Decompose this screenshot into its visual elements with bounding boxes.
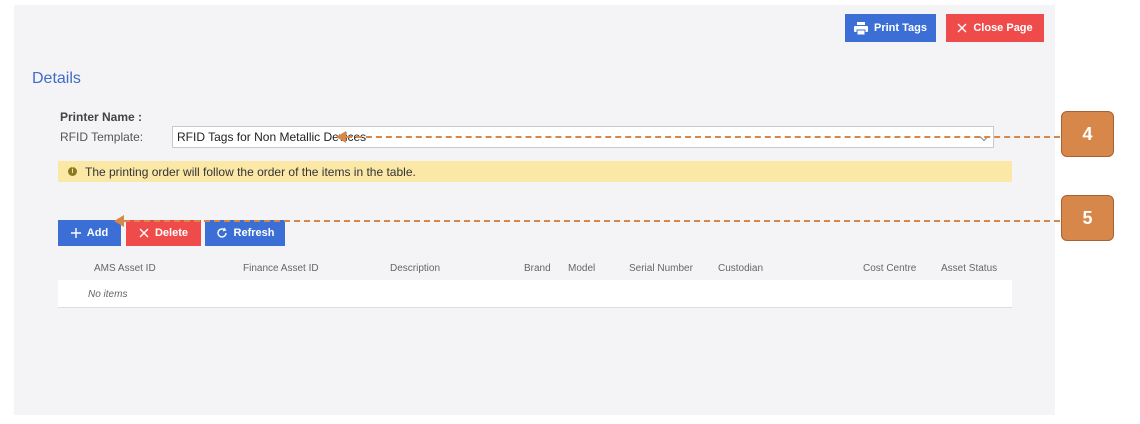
column-header[interactable]: Asset Status (941, 263, 997, 274)
print-tags-label: Print Tags (874, 22, 927, 34)
close-icon (139, 228, 149, 238)
close-page-label: Close Page (973, 22, 1033, 34)
column-header[interactable]: AMS Asset ID (94, 263, 156, 274)
delete-label: Delete (154, 227, 189, 239)
printer-name-label: Printer Name : (60, 110, 143, 124)
column-header[interactable]: Finance Asset ID (243, 263, 319, 274)
callout-number: 4 (1082, 123, 1093, 144)
notice-banner: i The printing order will follow the ord… (58, 161, 1012, 182)
callout-badge: 4 (1061, 111, 1114, 157)
table-empty-row: No items (58, 280, 1012, 308)
info-icon: i (68, 167, 77, 176)
column-header[interactable]: Custodian (718, 263, 763, 274)
callout-arrow-line (124, 220, 1060, 222)
refresh-label: Refresh (233, 227, 275, 239)
refresh-button[interactable]: Refresh (205, 220, 285, 246)
callout-arrowhead (114, 215, 124, 227)
add-label: Add (86, 227, 109, 239)
print-tags-button[interactable]: Print Tags (845, 14, 936, 42)
no-items-text: No items (88, 289, 128, 300)
page-panel (14, 5, 1055, 415)
column-header[interactable]: Description (390, 263, 440, 274)
column-header[interactable]: Cost Centre (863, 263, 916, 274)
refresh-icon (216, 227, 227, 238)
callout-badge: 5 (1061, 195, 1114, 241)
column-header[interactable]: Serial Number (629, 263, 693, 274)
plus-icon (70, 228, 81, 238)
column-header[interactable]: Model (568, 263, 595, 274)
table-header: AMS Asset ID Finance Asset ID Descriptio… (58, 260, 1012, 280)
notice-text: The printing order will follow the order… (85, 164, 416, 179)
add-button[interactable]: Add (58, 220, 121, 246)
printer-icon (854, 21, 868, 35)
close-icon (957, 23, 967, 33)
close-page-button[interactable]: Close Page (946, 14, 1044, 42)
callout-number: 5 (1082, 207, 1093, 228)
rfid-template-label: RFID Template: (60, 130, 144, 144)
delete-button[interactable]: Delete (126, 220, 201, 246)
callout-arrow-line (346, 136, 1060, 138)
column-header[interactable]: Brand (524, 263, 551, 274)
page-title: Details (32, 70, 81, 87)
callout-arrowhead (336, 131, 346, 143)
